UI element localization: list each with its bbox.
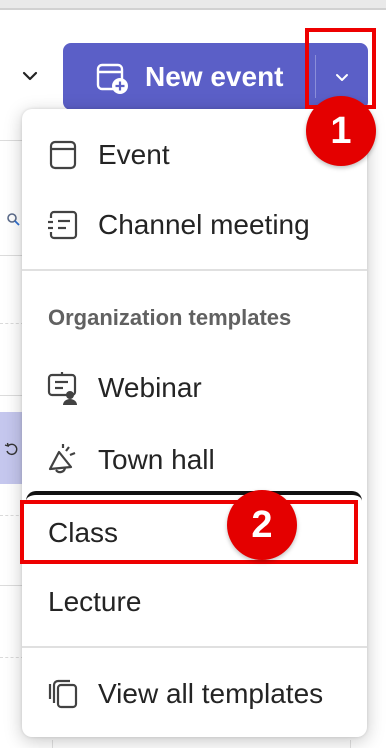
megaphone-icon	[48, 444, 76, 474]
search-icon	[7, 213, 20, 226]
menu-item-town-hall[interactable]: Town hall	[22, 427, 367, 491]
webinar-icon	[47, 372, 77, 405]
menu-item-view-all-templates[interactable]: View all templates	[22, 661, 367, 725]
calendar-half-hour-line	[0, 323, 24, 324]
channel-meeting-icon	[48, 210, 78, 240]
window-top-strip	[0, 0, 386, 8]
new-event-label: New event	[145, 61, 284, 92]
recurring-icon	[4, 442, 18, 456]
calendar-gridline	[0, 140, 24, 141]
annotation-highlight-class	[20, 500, 358, 564]
annotation-step-1-badge: 1	[306, 96, 376, 166]
new-event-dropdown-menu: Event Channel meeting Organization templ…	[22, 109, 367, 737]
calendar-add-icon	[96, 63, 128, 94]
menu-item-label: Event	[98, 139, 170, 170]
calendar-icon	[49, 140, 77, 170]
new-event-button[interactable]: New event	[63, 43, 315, 110]
calendar-gridline	[0, 585, 24, 586]
menu-item-webinar[interactable]: Webinar	[22, 355, 367, 419]
calendar-column-line	[52, 740, 53, 748]
menu-item-label: Town hall	[98, 444, 215, 475]
calendar-column-line	[350, 740, 351, 748]
menu-item-label: Channel meeting	[98, 209, 310, 240]
menu-divider	[22, 269, 367, 271]
copy-templates-icon	[48, 679, 78, 709]
annotation-step-2-badge: 2	[227, 490, 297, 560]
menu-item-lecture[interactable]: Lecture	[22, 569, 367, 633]
menu-item-channel-meeting[interactable]: Channel meeting	[22, 192, 367, 256]
calendar-half-hour-line	[0, 657, 24, 658]
calendar-gridline	[0, 255, 24, 256]
menu-divider	[22, 646, 367, 648]
calendar-gridline	[0, 395, 24, 396]
view-selector-chevron-icon[interactable]	[18, 64, 42, 88]
menu-item-label: View all templates	[98, 678, 324, 709]
menu-item-label: Lecture	[48, 586, 142, 617]
menu-item-label: Webinar	[98, 372, 202, 403]
section-header-organization-templates: Organization templates	[48, 305, 292, 330]
